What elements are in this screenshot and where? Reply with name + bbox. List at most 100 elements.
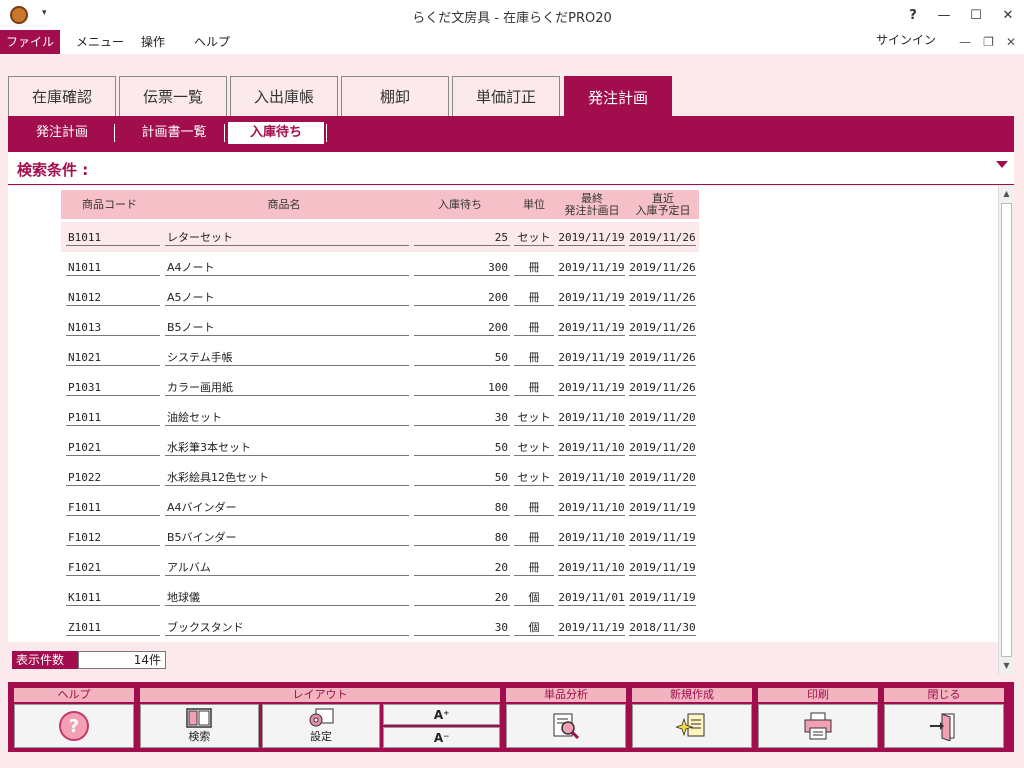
cell-unit[interactable]: 冊	[514, 320, 554, 336]
cell-last-plan-date[interactable]: 2019/11/10	[558, 560, 625, 576]
cell-unit[interactable]: 冊	[514, 560, 554, 576]
close-screen-button[interactable]	[884, 704, 1004, 748]
signin-link[interactable]: サインイン	[876, 30, 936, 50]
cell-code[interactable]: B1011	[66, 230, 160, 246]
cell-awaiting[interactable]: 200	[414, 290, 510, 306]
cell-next-receipt-date[interactable]: 2019/11/26	[629, 230, 696, 246]
cell-awaiting[interactable]: 100	[414, 380, 510, 396]
cell-name[interactable]: A5ノート	[165, 290, 409, 306]
cell-name[interactable]: A4ノート	[165, 260, 409, 276]
mdi-close-button[interactable]: ✕	[1006, 30, 1016, 54]
tab-order-plan[interactable]: 発注計画	[564, 76, 672, 117]
cell-last-plan-date[interactable]: 2019/11/19	[558, 290, 625, 306]
scroll-up-icon[interactable]: ▲	[999, 186, 1014, 202]
col-header-next-receipt-date[interactable]: 直近 入庫予定日	[628, 190, 698, 219]
tab-price-correction[interactable]: 単価訂正	[452, 76, 560, 116]
cell-next-receipt-date[interactable]: 2019/11/19	[629, 560, 696, 576]
cell-awaiting[interactable]: 80	[414, 500, 510, 516]
tab-inout-ledger[interactable]: 入出庫帳	[230, 76, 338, 116]
cell-name[interactable]: レターセット	[165, 230, 409, 246]
cell-unit[interactable]: 冊	[514, 350, 554, 366]
cell-name[interactable]: アルバム	[165, 560, 409, 576]
subtab-order-plan[interactable]: 発注計画	[22, 122, 102, 144]
cell-next-receipt-date[interactable]: 2019/11/26	[629, 350, 696, 366]
cell-next-receipt-date[interactable]: 2019/11/20	[629, 470, 696, 486]
cell-unit[interactable]: 冊	[514, 380, 554, 396]
cell-awaiting[interactable]: 50	[414, 440, 510, 456]
menu-file[interactable]: ファイル	[0, 30, 60, 54]
cell-unit[interactable]: セット	[514, 410, 554, 426]
tab-slip-list[interactable]: 伝票一覧	[119, 76, 227, 116]
cell-awaiting[interactable]: 300	[414, 260, 510, 276]
cell-last-plan-date[interactable]: 2019/11/19	[558, 620, 625, 636]
col-header-awaiting[interactable]: 入庫待ち	[411, 190, 509, 219]
col-header-unit[interactable]: 単位	[512, 190, 556, 219]
scrollbar-thumb[interactable]	[1001, 203, 1012, 657]
cell-code[interactable]: Z1011	[66, 620, 160, 636]
cell-next-receipt-date[interactable]: 2019/11/19	[629, 530, 696, 546]
cell-next-receipt-date[interactable]: 2019/11/26	[629, 260, 696, 276]
cell-code[interactable]: N1021	[66, 350, 160, 366]
cell-last-plan-date[interactable]: 2019/11/10	[558, 530, 625, 546]
mdi-restore-button[interactable]: ❐	[983, 30, 994, 54]
cell-last-plan-date[interactable]: 2019/11/10	[558, 410, 625, 426]
cell-next-receipt-date[interactable]: 2019/11/19	[629, 590, 696, 606]
cell-next-receipt-date[interactable]: 2018/11/30	[629, 620, 696, 636]
cell-next-receipt-date[interactable]: 2019/11/26	[629, 290, 696, 306]
cell-code[interactable]: N1013	[66, 320, 160, 336]
help-button[interactable]: ?	[898, 0, 928, 30]
cell-code[interactable]: F1012	[66, 530, 160, 546]
cell-code[interactable]: K1011	[66, 590, 160, 606]
cell-name[interactable]: A4バインダー	[165, 500, 409, 516]
cell-unit[interactable]: 冊	[514, 260, 554, 276]
font-size-up-button[interactable]: A⁺	[383, 704, 501, 725]
vertical-scrollbar[interactable]: ▲ ▼	[998, 186, 1014, 674]
cell-name[interactable]: カラー画用紙	[165, 380, 409, 396]
cell-awaiting[interactable]: 30	[414, 410, 510, 426]
cell-next-receipt-date[interactable]: 2019/11/20	[629, 410, 696, 426]
cell-name[interactable]: 地球儀	[165, 590, 409, 606]
cell-unit[interactable]: 個	[514, 590, 554, 606]
cell-code[interactable]: P1022	[66, 470, 160, 486]
cell-unit[interactable]: セット	[514, 230, 554, 246]
cell-name[interactable]: 水彩絵具12色セット	[165, 470, 409, 486]
item-analysis-button[interactable]	[506, 704, 626, 748]
cell-code[interactable]: F1011	[66, 500, 160, 516]
col-header-code[interactable]: 商品コード	[61, 190, 158, 219]
cell-unit[interactable]: セット	[514, 440, 554, 456]
layout-settings-button[interactable]: 設定	[261, 704, 381, 748]
cell-unit[interactable]: 冊	[514, 500, 554, 516]
cell-next-receipt-date[interactable]: 2019/11/19	[629, 500, 696, 516]
menu-operation[interactable]: 操作	[141, 30, 165, 54]
cell-last-plan-date[interactable]: 2019/11/19	[558, 320, 625, 336]
cell-last-plan-date[interactable]: 2019/11/19	[558, 230, 625, 246]
help-footer-button[interactable]: ?	[14, 704, 134, 748]
chevron-down-icon[interactable]	[996, 161, 1008, 168]
cell-name[interactable]: B5ノート	[165, 320, 409, 336]
cell-code[interactable]: F1021	[66, 560, 160, 576]
cell-last-plan-date[interactable]: 2019/11/01	[558, 590, 625, 606]
cell-unit[interactable]: 冊	[514, 530, 554, 546]
cell-name[interactable]: システム手帳	[165, 350, 409, 366]
cell-unit[interactable]: セット	[514, 470, 554, 486]
cell-last-plan-date[interactable]: 2019/11/19	[558, 350, 625, 366]
maximize-button[interactable]: ☐	[960, 0, 992, 30]
subtab-plan-list[interactable]: 計画書一覧	[126, 122, 222, 144]
tab-inventory[interactable]: 棚卸	[341, 76, 449, 116]
cell-awaiting[interactable]: 30	[414, 620, 510, 636]
cell-name[interactable]: B5バインダー	[165, 530, 409, 546]
cell-awaiting[interactable]: 80	[414, 530, 510, 546]
cell-awaiting[interactable]: 200	[414, 320, 510, 336]
font-size-down-button[interactable]: A⁻	[383, 727, 501, 748]
cell-last-plan-date[interactable]: 2019/11/10	[558, 500, 625, 516]
cell-last-plan-date[interactable]: 2019/11/10	[558, 440, 625, 456]
cell-awaiting[interactable]: 25	[414, 230, 510, 246]
cell-unit[interactable]: 冊	[514, 290, 554, 306]
new-create-button[interactable]	[632, 704, 752, 748]
col-header-last-plan-date[interactable]: 最終 発注計画日	[557, 190, 627, 219]
layout-search-button[interactable]: 検索	[140, 704, 259, 748]
search-conditions-bar[interactable]: 検索条件 :	[8, 152, 1014, 185]
cell-next-receipt-date[interactable]: 2019/11/26	[629, 380, 696, 396]
cell-awaiting[interactable]: 20	[414, 560, 510, 576]
cell-code[interactable]: P1021	[66, 440, 160, 456]
